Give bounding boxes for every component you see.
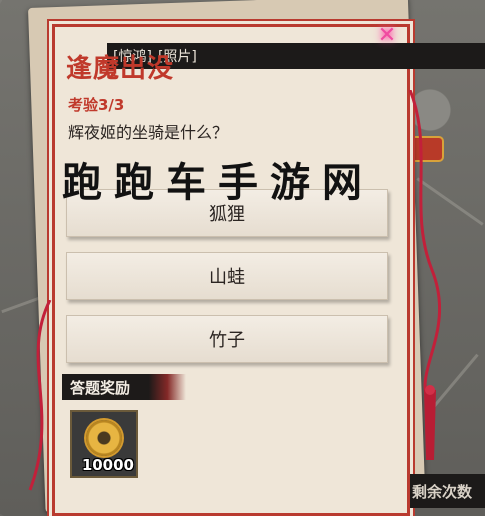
event-title: 逢魔出没	[66, 54, 175, 84]
test-progress: 考验3/3	[68, 96, 125, 114]
coin-icon	[86, 420, 122, 456]
tassel-left-decoration	[28, 300, 52, 491]
tassel-decoration	[408, 90, 442, 460]
reward-quantity: 10000	[81, 456, 134, 474]
reward-item-coin[interactable]: 10000	[70, 410, 138, 478]
option-button-frog[interactable]: 山蛙	[66, 252, 388, 300]
reward-label: 答题奖励	[62, 374, 186, 400]
option-button-bamboo[interactable]: 竹子	[66, 315, 388, 363]
close-icon[interactable]: ✕	[370, 22, 404, 48]
watermark-text: 跑跑车手游网	[62, 159, 374, 206]
remaining-count-button[interactable]: 剩余次数	[410, 474, 485, 508]
option-label: 竹子	[209, 330, 245, 351]
question-text: 辉夜姬的坐骑是什么？	[68, 123, 229, 142]
option-label: 山蛙	[209, 267, 245, 288]
